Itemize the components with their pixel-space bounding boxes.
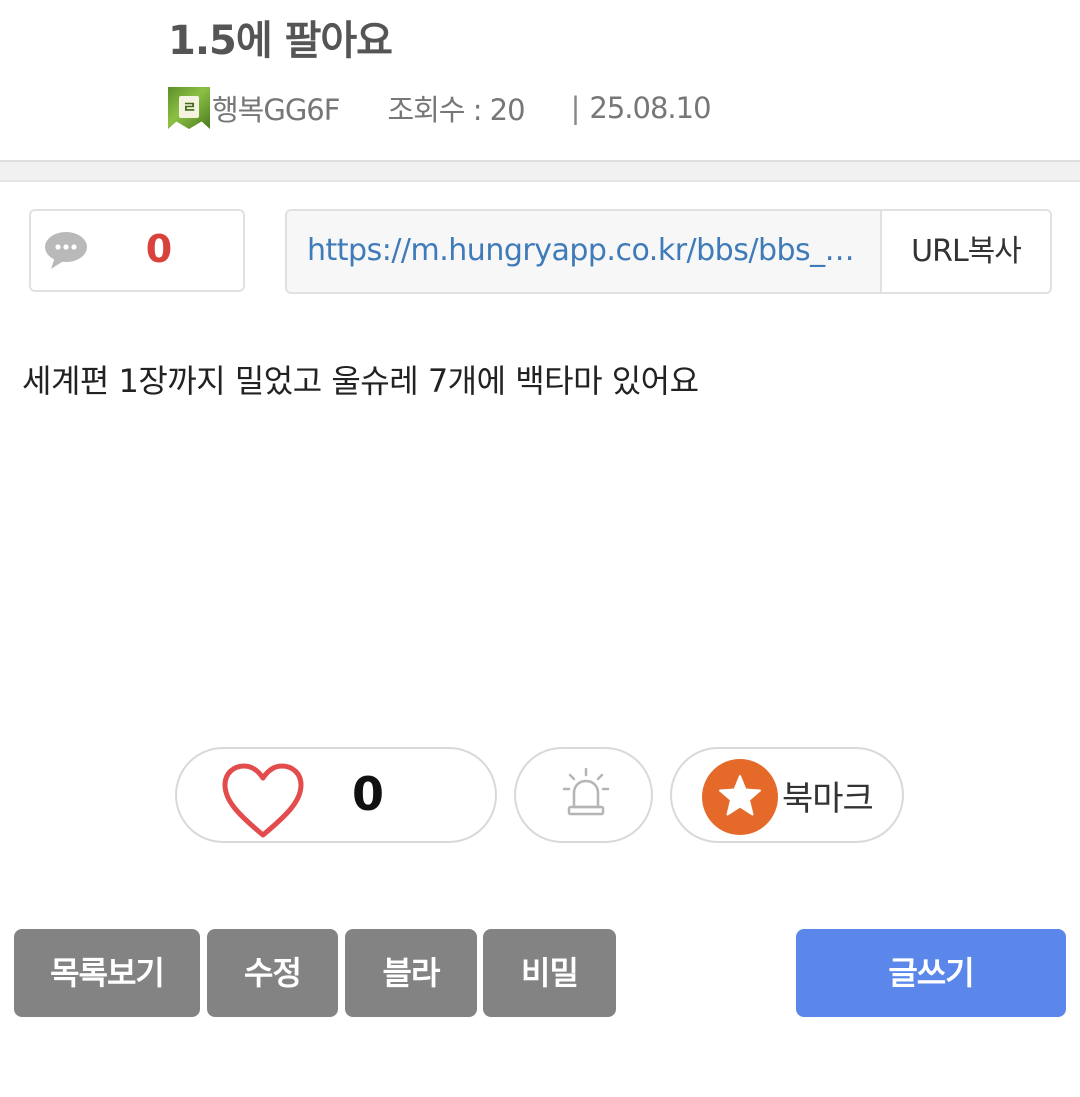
section-divider xyxy=(0,160,1080,182)
siren-icon xyxy=(562,767,610,816)
level-badge-letter: ㄹ xyxy=(179,96,199,118)
report-button[interactable] xyxy=(514,747,653,843)
speech-bubble-icon xyxy=(45,232,87,269)
post-title: 1.5에 팔아요 xyxy=(168,18,393,64)
like-button[interactable]: 0 xyxy=(175,747,497,843)
secret-button[interactable]: 비밀 xyxy=(483,929,616,1017)
comment-count: 0 xyxy=(145,227,173,271)
post-date: 25.08.10 xyxy=(589,91,711,125)
comment-count-box[interactable]: 0 xyxy=(29,209,245,292)
view-count: 조회수 : 20 xyxy=(387,93,525,127)
url-box: https://m.hungryapp.co.kr/bbs/bbs_… URL복… xyxy=(285,209,1052,294)
star-icon xyxy=(702,759,778,835)
post-body: 세계편 1장까지 밀었고 울슈레 7개에 백타마 있어요 xyxy=(22,362,699,400)
edit-button[interactable]: 수정 xyxy=(207,929,338,1017)
meta-separator: | xyxy=(570,91,581,125)
post-url[interactable]: https://m.hungryapp.co.kr/bbs/bbs_… xyxy=(307,233,862,268)
write-button[interactable]: 글쓰기 xyxy=(796,929,1066,1017)
like-count: 0 xyxy=(352,767,385,821)
bookmark-label: 북마크 xyxy=(782,779,874,819)
list-button[interactable]: 목록보기 xyxy=(14,929,200,1017)
blind-button[interactable]: 블라 xyxy=(345,929,477,1017)
bookmark-button[interactable]: 북마크 xyxy=(670,747,904,843)
author-name[interactable]: 행복GG6F xyxy=(212,87,340,129)
heart-icon xyxy=(222,763,304,838)
level-badge-icon: ㄹ xyxy=(168,87,210,129)
post-meta: ㄹ 행복GG6F 조회수 : 20 | 25.08.10 xyxy=(168,84,712,132)
url-copy-button[interactable]: URL복사 xyxy=(880,211,1050,292)
